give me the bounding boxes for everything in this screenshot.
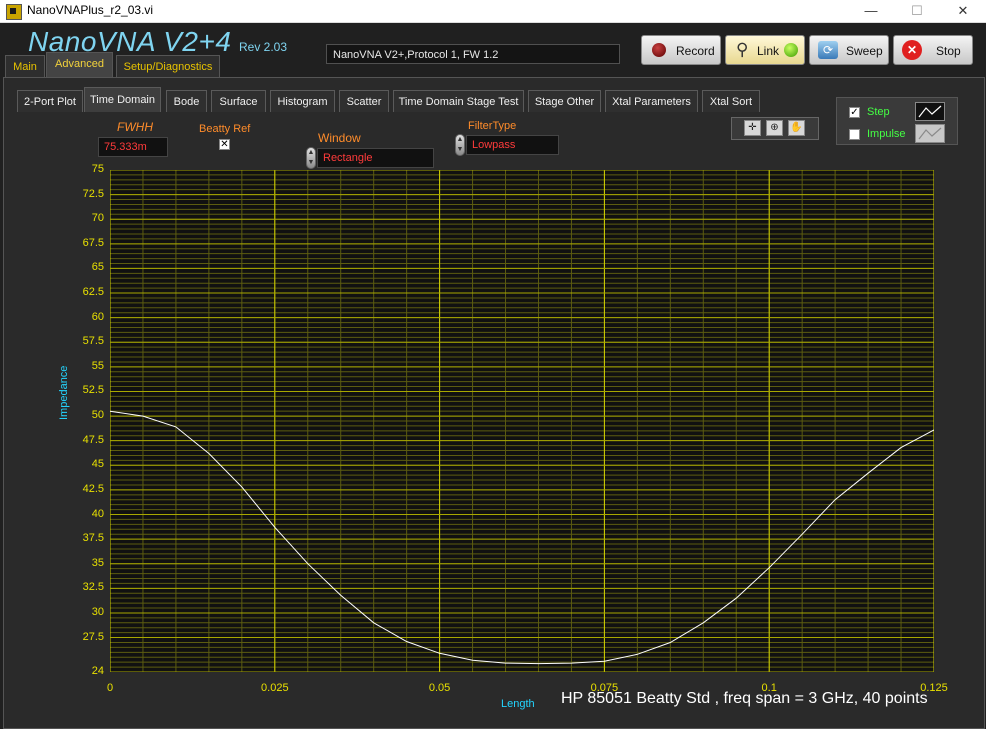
- subtab-2-port-plot[interactable]: 2-Port Plot: [17, 90, 83, 112]
- stop-button[interactable]: ✕ Stop: [893, 35, 973, 65]
- crosshair-cursor-icon[interactable]: ✛: [744, 120, 761, 136]
- y-tick-label: 52.5: [82, 384, 104, 397]
- legend-impulse-label: Impulse: [867, 128, 906, 140]
- time-domain-plot[interactable]: [109, 169, 935, 673]
- x-axis-label: Length: [501, 698, 535, 710]
- legend-step-label: Step: [867, 106, 890, 118]
- plot-legend: ✓ Step Impulse: [836, 97, 958, 145]
- record-button[interactable]: Record: [641, 35, 721, 65]
- app-revision: Rev 2.03: [239, 40, 288, 54]
- record-icon: [652, 43, 666, 57]
- plot-svg: [109, 169, 935, 673]
- window-select[interactable]: Rectangle: [317, 148, 434, 168]
- subtab-stage-other[interactable]: Stage Other: [528, 90, 601, 112]
- record-label: Record: [676, 44, 715, 58]
- minimize-button[interactable]: —: [848, 0, 894, 22]
- step-checkbox[interactable]: ✓: [849, 107, 860, 118]
- refresh-icon: ⟳: [818, 41, 838, 59]
- y-tick-label: 37.5: [82, 532, 104, 545]
- minor-grid: [109, 170, 935, 672]
- app-icon: [6, 4, 22, 20]
- antenna-icon: ⚲: [736, 40, 749, 59]
- x-tick-label: 0.025: [261, 682, 289, 694]
- close-window-button[interactable]: ✕: [940, 0, 986, 22]
- y-tick-label: 27.5: [82, 630, 104, 643]
- y-tick-label: 55: [91, 359, 104, 372]
- y-tick-label: 42.5: [82, 482, 104, 495]
- zoom-icon[interactable]: ⊕: [766, 120, 783, 136]
- impulse-line-swatch[interactable]: [915, 124, 945, 143]
- y-tick-label: 67.5: [82, 236, 104, 249]
- x-tick-label: 0: [106, 682, 114, 694]
- subtab-time-domain-stage-test[interactable]: Time Domain Stage Test: [393, 90, 524, 112]
- fwhh-label: FWHH: [117, 120, 153, 134]
- y-tick-label: 24: [91, 665, 104, 677]
- y-tick-label: 60: [91, 310, 104, 323]
- filtertype-spinner[interactable]: ▲ ▼: [455, 134, 465, 156]
- y-tick-label: 62.5: [82, 286, 104, 299]
- fwhh-value: 75.333m: [98, 137, 168, 157]
- subtab-xtal-sort[interactable]: Xtal Sort: [702, 90, 760, 112]
- window-title: NanoVNAPlus_r2_03.vi: [27, 3, 154, 17]
- step-line-swatch[interactable]: [915, 102, 945, 121]
- stop-label: Stop: [936, 44, 961, 58]
- window-label: Window: [318, 131, 361, 145]
- beatty-ref-label: Beatty Ref: [199, 123, 251, 135]
- tab-advanced[interactable]: Advanced: [46, 52, 113, 77]
- y-tick-label: 32.5: [82, 581, 104, 594]
- subtab-bode[interactable]: Bode: [166, 90, 207, 112]
- y-tick-label: 30: [91, 605, 104, 618]
- y-tick-label: 75: [91, 163, 104, 175]
- window-spinner[interactable]: ▲ ▼: [306, 147, 316, 169]
- beatty-ref-checkbox[interactable]: ✕: [219, 139, 230, 150]
- subtab-xtal-parameters[interactable]: Xtal Parameters: [605, 90, 698, 112]
- y-axis-label: Impedance: [58, 365, 70, 420]
- link-button[interactable]: ⚲ Link: [725, 35, 805, 65]
- window-titlebar: NanoVNAPlus_r2_03.vi — ☐ ✕: [0, 0, 986, 23]
- y-tick-label: 72.5: [82, 187, 104, 200]
- x-tick-label: 0.05: [428, 682, 451, 694]
- tab-main[interactable]: Main: [5, 55, 45, 77]
- subtab-scatter[interactable]: Scatter: [339, 90, 389, 112]
- link-status-led: [784, 43, 798, 57]
- stop-x-icon: ✕: [902, 40, 922, 60]
- subtab-surface[interactable]: Surface: [211, 90, 266, 112]
- filtertype-select[interactable]: Lowpass: [466, 135, 559, 155]
- plot-caption: HP 85051 Beatty Std , freq span = 3 GHz,…: [561, 690, 928, 707]
- y-tick-label: 47.5: [82, 433, 104, 446]
- y-tick-label: 65: [91, 261, 104, 274]
- filtertype-label: FilterType: [468, 120, 517, 132]
- link-label: Link: [757, 44, 780, 58]
- y-tick-label: 70: [91, 212, 104, 225]
- impulse-checkbox[interactable]: [849, 129, 860, 140]
- maximize-button[interactable]: ☐: [894, 0, 940, 22]
- device-status-field: NanoVNA V2+,Protocol 1, FW 1.2: [326, 44, 620, 64]
- y-tick-label: 50: [91, 409, 104, 422]
- y-tick-label: 57.5: [82, 335, 104, 348]
- subtab-histogram[interactable]: Histogram: [270, 90, 335, 112]
- y-tick-label: 45: [91, 458, 104, 471]
- sweep-button[interactable]: ⟳ Sweep: [809, 35, 889, 65]
- pan-hand-icon[interactable]: ✋: [788, 120, 805, 136]
- y-tick-label: 40: [91, 507, 104, 520]
- impedance-trace: [109, 410, 935, 665]
- subtab-time-domain[interactable]: Time Domain: [84, 87, 161, 112]
- y-tick-label: 35: [91, 556, 104, 569]
- sweep-label: Sweep: [846, 44, 883, 58]
- tab-setup-diagnostics[interactable]: Setup/Diagnostics: [116, 55, 220, 77]
- graph-tool-palette: ✛ ⊕ ✋: [731, 117, 819, 140]
